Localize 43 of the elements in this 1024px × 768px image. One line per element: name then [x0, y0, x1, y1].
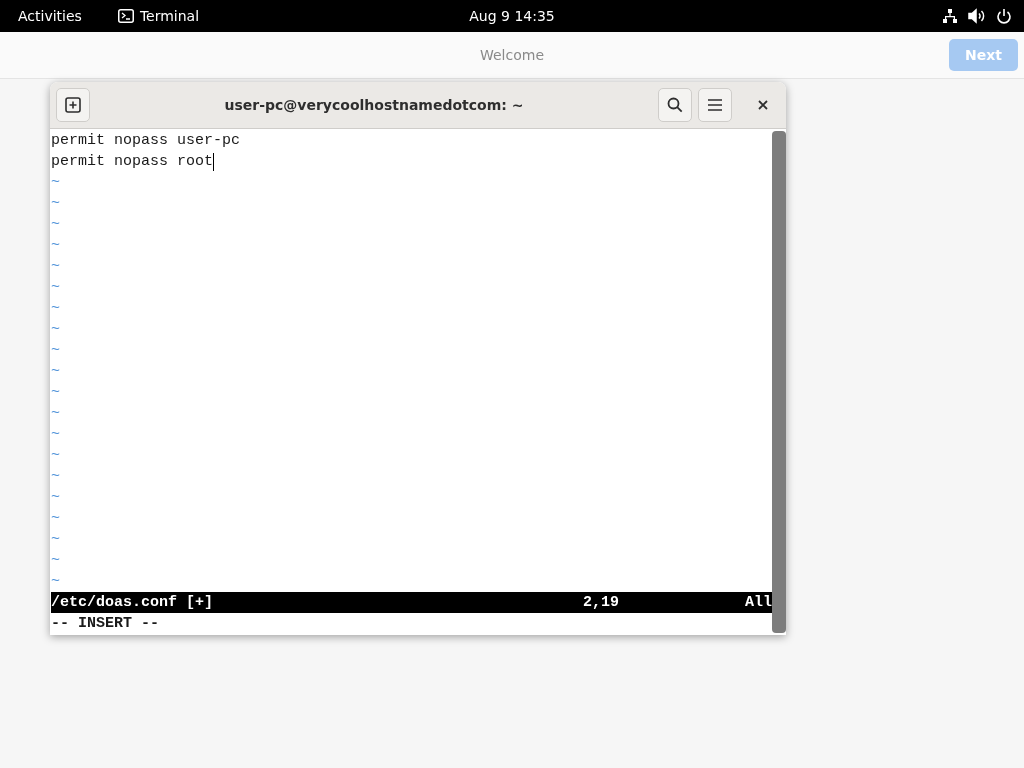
empty-line-marker: ~ [51, 404, 60, 424]
clock[interactable]: Aug 9 14:35 [469, 8, 555, 24]
mode-indicator: -- INSERT -- [51, 614, 160, 634]
file-name: /etc/doas.conf [+] [51, 593, 215, 613]
scrollbar-thumb[interactable] [772, 131, 786, 633]
activities-button[interactable]: Activities [18, 8, 82, 24]
empty-line-marker: ~ [51, 467, 60, 487]
scroll-position: All [745, 593, 772, 613]
empty-line-marker: ~ [51, 194, 60, 214]
empty-line-marker: ~ [51, 257, 60, 277]
empty-line-marker: ~ [51, 551, 60, 571]
terminal-title: user-pc@verycoolhostnamedotcom: ~ [223, 97, 525, 113]
close-icon [758, 100, 768, 110]
empty-line-marker: ~ [51, 488, 60, 508]
empty-line-marker: ~ [51, 320, 60, 340]
empty-line-marker: ~ [51, 173, 60, 193]
terminal-icon [117, 9, 134, 23]
window-title: Welcome [479, 47, 544, 63]
empty-line-marker: ~ [51, 509, 60, 529]
search-icon [667, 97, 683, 113]
app-menu[interactable]: Terminal [139, 8, 200, 24]
empty-line-marker: ~ [51, 236, 60, 256]
new-tab-button[interactable] [56, 88, 90, 122]
search-button[interactable] [658, 88, 692, 122]
code-line: permit nopass root [51, 152, 214, 172]
menu-icon [707, 98, 723, 112]
empty-line-marker: ~ [51, 362, 60, 382]
empty-line-marker: ~ [51, 446, 60, 466]
network-icon[interactable] [942, 8, 958, 24]
volume-icon[interactable] [968, 8, 986, 24]
empty-line-marker: ~ [51, 299, 60, 319]
menu-button[interactable] [698, 88, 732, 122]
power-icon[interactable] [996, 8, 1012, 24]
empty-line-marker: ~ [51, 383, 60, 403]
empty-line-marker: ~ [51, 572, 60, 592]
cursor-position: 2,19 [583, 593, 620, 613]
code-line: permit nopass user-pc [51, 131, 241, 151]
empty-line-marker: ~ [51, 278, 60, 298]
empty-line-marker: ~ [51, 425, 60, 445]
empty-line-marker: ~ [51, 341, 60, 361]
new-tab-icon [65, 97, 81, 113]
empty-line-marker: ~ [51, 530, 60, 550]
empty-line-marker: ~ [51, 215, 60, 235]
